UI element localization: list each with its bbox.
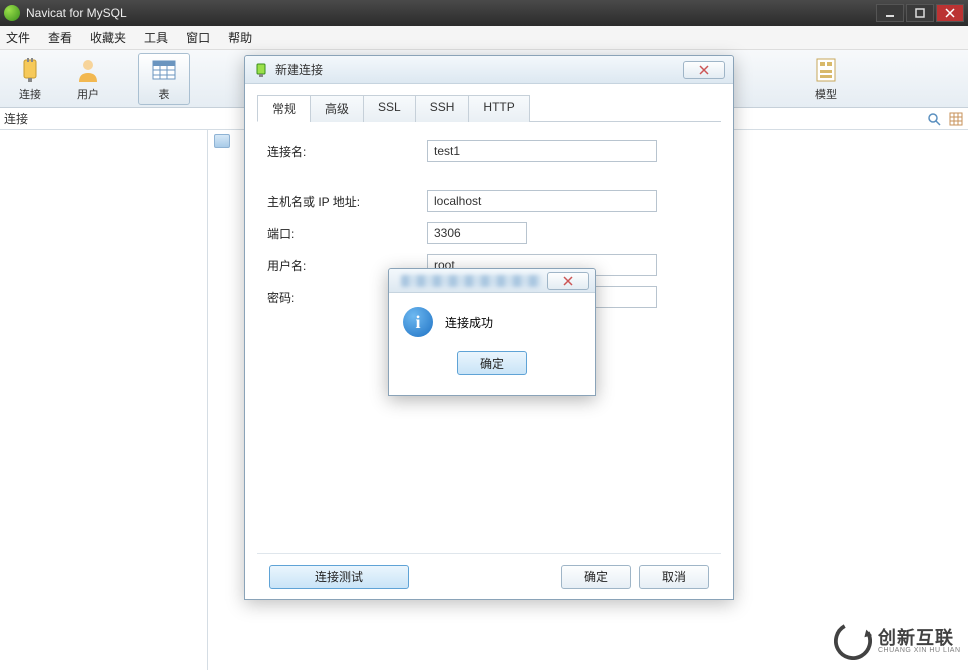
maximize-button[interactable] <box>906 4 934 22</box>
message-close-button[interactable] <box>547 272 589 290</box>
toolbar-connect[interactable]: 连接 <box>4 53 56 105</box>
app-icon <box>4 5 20 21</box>
tab-general[interactable]: 常规 <box>257 95 311 122</box>
tab-http[interactable]: HTTP <box>468 95 529 122</box>
test-connection-button[interactable]: 连接测试 <box>269 565 409 589</box>
watermark-brand: 创新互联 <box>878 629 961 647</box>
toolbar-table[interactable]: 表 <box>138 53 190 105</box>
conn-name-label: 连接名: <box>267 143 427 160</box>
toolbar-user-label: 用户 <box>77 86 99 102</box>
search-icon[interactable] <box>926 111 942 127</box>
toolbar-model[interactable]: 模型 <box>800 53 852 105</box>
close-button[interactable] <box>936 4 964 22</box>
watermark-icon <box>834 622 872 660</box>
user-icon <box>74 56 102 84</box>
minimize-button[interactable] <box>876 4 904 22</box>
dialog-tabs: 常规 高级 SSL SSH HTTP <box>257 94 721 122</box>
app-titlebar: Navicat for MySQL <box>0 0 968 26</box>
host-label: 主机名或 IP 地址: <box>267 193 427 210</box>
message-ok-button[interactable]: 确定 <box>457 351 527 375</box>
connection-label: 连接 <box>4 110 28 127</box>
host-input[interactable] <box>427 190 657 212</box>
info-icon: i <box>403 307 433 337</box>
plug-icon <box>16 56 44 84</box>
toolbar-table-label: 表 <box>159 86 170 102</box>
menu-window[interactable]: 窗口 <box>186 29 210 46</box>
menu-help[interactable]: 帮助 <box>228 29 252 46</box>
message-titlebar[interactable] <box>389 269 595 293</box>
menu-favorites[interactable]: 收藏夹 <box>90 29 126 46</box>
message-title-blur <box>401 275 541 287</box>
open-table-icon[interactable] <box>214 134 230 148</box>
menu-tools[interactable]: 工具 <box>144 29 168 46</box>
message-text: 连接成功 <box>445 314 493 331</box>
sidebar <box>0 130 208 670</box>
grid-icon[interactable] <box>948 111 964 127</box>
dialog-titlebar[interactable]: 新建连接 <box>245 56 733 84</box>
conn-name-input[interactable] <box>427 140 657 162</box>
watermark-sub: CHUANG XIN HU LIAN <box>878 647 961 654</box>
port-label: 端口: <box>267 225 427 242</box>
message-box: i 连接成功 确定 <box>388 268 596 396</box>
toolbar-connect-label: 连接 <box>19 86 41 102</box>
menu-bar: 文件 查看 收藏夹 工具 窗口 帮助 <box>0 26 968 50</box>
app-title: Navicat for MySQL <box>26 6 874 20</box>
tab-ssl[interactable]: SSL <box>363 95 416 122</box>
toolbar-user[interactable]: 用户 <box>62 53 114 105</box>
watermark: 创新互联 CHUANG XIN HU LIAN <box>834 616 964 666</box>
menu-file[interactable]: 文件 <box>6 29 30 46</box>
toolbar-model-label: 模型 <box>815 86 837 102</box>
tab-advanced[interactable]: 高级 <box>310 95 364 122</box>
connection-icon <box>253 62 269 78</box>
dialog-title: 新建连接 <box>275 61 683 78</box>
dialog-ok-button[interactable]: 确定 <box>561 565 631 589</box>
menu-view[interactable]: 查看 <box>48 29 72 46</box>
dialog-footer: 连接测试 确定 取消 <box>257 553 721 599</box>
port-input[interactable] <box>427 222 527 244</box>
dialog-cancel-button[interactable]: 取消 <box>639 565 709 589</box>
tab-ssh[interactable]: SSH <box>415 95 470 122</box>
table-icon <box>150 56 178 84</box>
model-icon <box>812 56 840 84</box>
dialog-close-button[interactable] <box>683 61 725 79</box>
